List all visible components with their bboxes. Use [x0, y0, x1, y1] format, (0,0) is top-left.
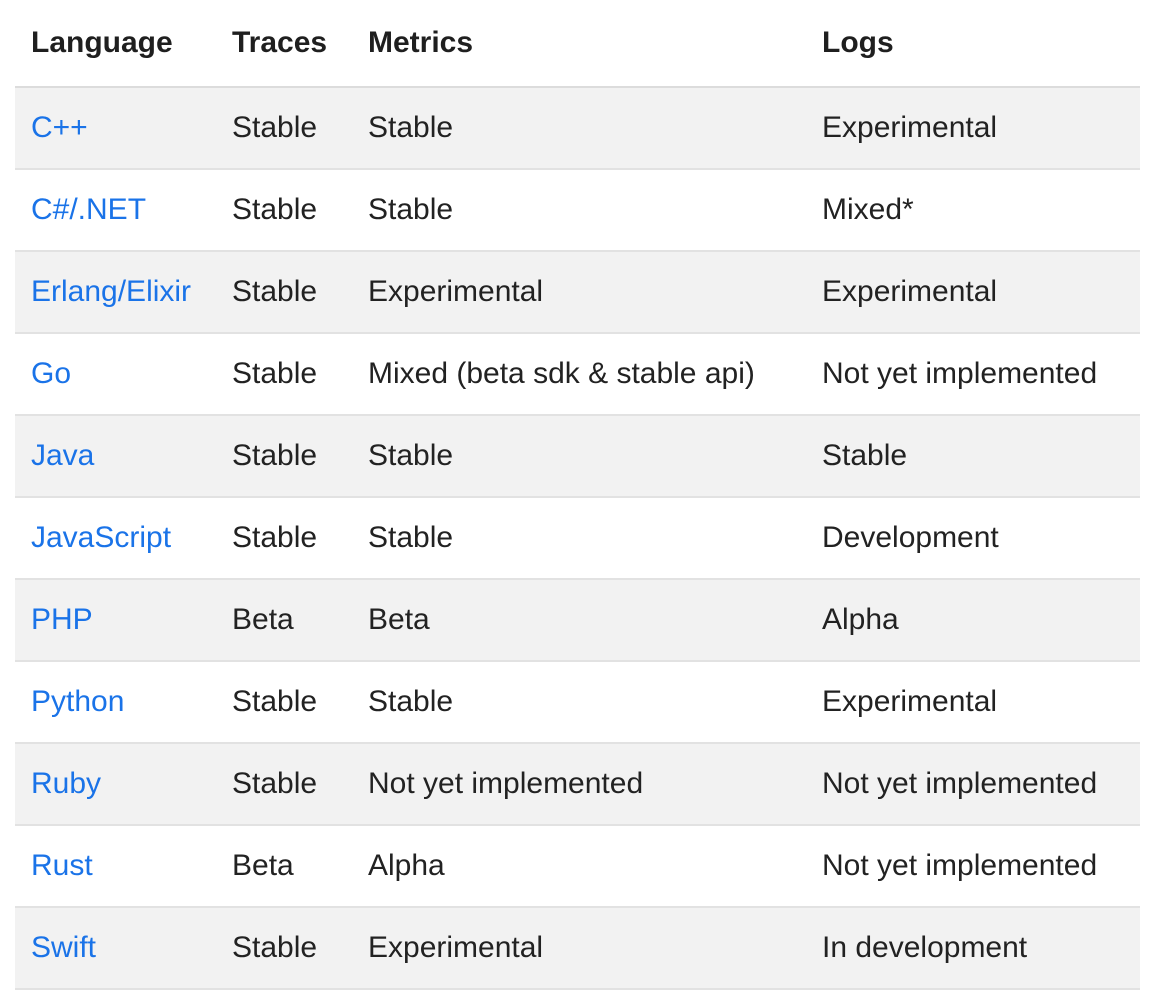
traces-cell: Beta	[216, 825, 352, 908]
metrics-cell: Experimental	[352, 251, 806, 334]
header-row: Language Traces Metrics Logs	[15, 0, 1140, 88]
metrics-cell: Alpha	[352, 825, 806, 908]
language-cell: Go	[15, 333, 216, 416]
language-cell: PHP	[15, 579, 216, 662]
logs-cell: Mixed*	[806, 169, 1140, 252]
logs-cell: Not yet implemented	[806, 743, 1140, 826]
language-cell: C++	[15, 87, 216, 170]
metrics-cell: Experimental	[352, 907, 806, 990]
header-metrics: Metrics	[352, 0, 806, 88]
traces-cell: Stable	[216, 251, 352, 334]
language-link[interactable]: Swift	[31, 931, 96, 964]
metrics-cell: Mixed (beta sdk & stable api)	[352, 333, 806, 416]
language-link[interactable]: Java	[31, 439, 94, 472]
traces-cell: Stable	[216, 661, 352, 744]
metrics-cell: Stable	[352, 87, 806, 170]
language-status-table: Language Traces Metrics Logs C++ Stable …	[15, 0, 1140, 990]
header-language: Language	[15, 0, 216, 88]
table-row: Python Stable Stable Experimental	[15, 661, 1140, 744]
logs-cell: Experimental	[806, 661, 1140, 744]
language-link[interactable]: Go	[31, 357, 71, 390]
metrics-cell: Stable	[352, 415, 806, 498]
traces-cell: Stable	[216, 169, 352, 252]
table-row: C#/.NET Stable Stable Mixed*	[15, 169, 1140, 252]
logs-cell: Not yet implemented	[806, 825, 1140, 908]
language-cell: Rust	[15, 825, 216, 908]
language-cell: Swift	[15, 907, 216, 990]
language-link[interactable]: Erlang/Elixir	[31, 275, 191, 308]
table-row: Java Stable Stable Stable	[15, 415, 1140, 498]
table-row: Erlang/Elixir Stable Experimental Experi…	[15, 251, 1140, 334]
table-row: Go Stable Mixed (beta sdk & stable api) …	[15, 333, 1140, 416]
language-link[interactable]: JavaScript	[31, 521, 171, 554]
metrics-cell: Stable	[352, 497, 806, 580]
language-link[interactable]: Python	[31, 685, 124, 718]
page: Language Traces Metrics Logs C++ Stable …	[0, 0, 1162, 1008]
table-body: C++ Stable Stable Experimental C#/.NET S…	[15, 87, 1140, 990]
logs-cell: Not yet implemented	[806, 333, 1140, 416]
metrics-cell: Not yet implemented	[352, 743, 806, 826]
language-link[interactable]: C#/.NET	[31, 193, 146, 226]
logs-cell: Alpha	[806, 579, 1140, 662]
traces-cell: Stable	[216, 87, 352, 170]
language-link[interactable]: PHP	[31, 603, 93, 636]
language-link[interactable]: C++	[31, 111, 88, 144]
language-cell: Erlang/Elixir	[15, 251, 216, 334]
language-cell: JavaScript	[15, 497, 216, 580]
table-row: Swift Stable Experimental In development	[15, 907, 1140, 990]
language-cell: Ruby	[15, 743, 216, 826]
logs-cell: Experimental	[806, 87, 1140, 170]
language-cell: C#/.NET	[15, 169, 216, 252]
logs-cell: Experimental	[806, 251, 1140, 334]
header-logs: Logs	[806, 0, 1140, 88]
table-row: Ruby Stable Not yet implemented Not yet …	[15, 743, 1140, 826]
traces-cell: Stable	[216, 497, 352, 580]
traces-cell: Stable	[216, 333, 352, 416]
table-row: PHP Beta Beta Alpha	[15, 579, 1140, 662]
language-link[interactable]: Rust	[31, 849, 93, 882]
traces-cell: Stable	[216, 415, 352, 498]
metrics-cell: Stable	[352, 661, 806, 744]
language-link[interactable]: Ruby	[31, 767, 101, 800]
table-row: C++ Stable Stable Experimental	[15, 87, 1140, 170]
traces-cell: Stable	[216, 907, 352, 990]
header-traces: Traces	[216, 0, 352, 88]
logs-cell: Development	[806, 497, 1140, 580]
logs-cell: In development	[806, 907, 1140, 990]
language-cell: Python	[15, 661, 216, 744]
metrics-cell: Beta	[352, 579, 806, 662]
table-row: JavaScript Stable Stable Development	[15, 497, 1140, 580]
traces-cell: Stable	[216, 743, 352, 826]
logs-cell: Stable	[806, 415, 1140, 498]
table-row: Rust Beta Alpha Not yet implemented	[15, 825, 1140, 908]
traces-cell: Beta	[216, 579, 352, 662]
table-header: Language Traces Metrics Logs	[15, 0, 1140, 88]
language-cell: Java	[15, 415, 216, 498]
metrics-cell: Stable	[352, 169, 806, 252]
